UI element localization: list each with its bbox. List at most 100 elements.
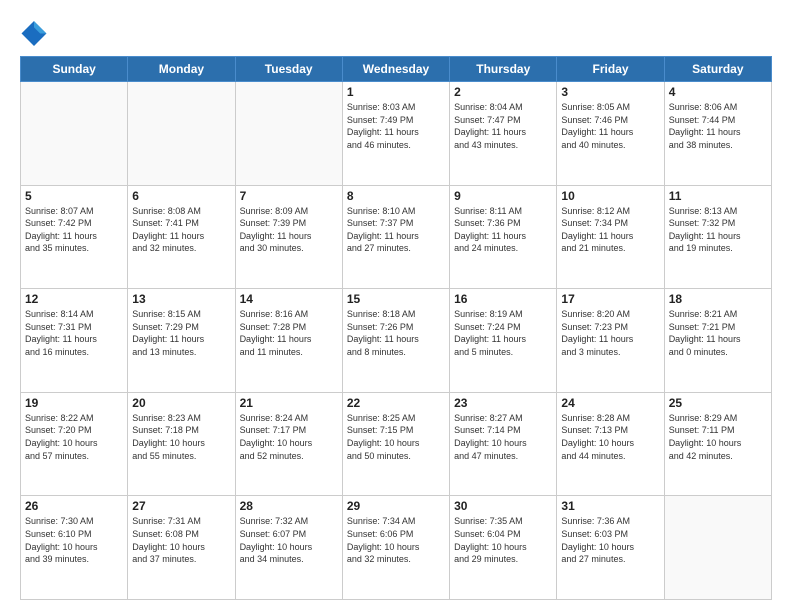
cell-info: Sunrise: 7:30 AM Sunset: 6:10 PM Dayligh… — [25, 515, 123, 565]
weekday-header-monday: Monday — [128, 57, 235, 82]
cal-cell-empty-0-1 — [128, 82, 235, 186]
cal-cell-empty-0-0 — [21, 82, 128, 186]
day-number: 15 — [347, 292, 445, 306]
cal-cell-23: 23 Sunrise: 8:27 AM Sunset: 7:14 PM Dayli… — [450, 392, 557, 496]
cal-cell-10: 10Sunrise: 8:12 AM Sunset: 7:34 PM Dayli… — [557, 185, 664, 289]
day-number: 19 — [25, 396, 123, 410]
day-number: 24 — [561, 396, 659, 410]
day-number: 5 — [25, 189, 123, 203]
day-number: 12 — [25, 292, 123, 306]
cell-info: Sunrise: 8:05 AM Sunset: 7:46 PM Dayligh… — [561, 101, 659, 151]
day-number: 21 — [240, 396, 338, 410]
cell-info: Sunrise: 8:23 AM Sunset: 7:18 PM Dayligh… — [132, 412, 230, 462]
cal-cell-16: 16Sunrise: 8:19 AM Sunset: 7:24 PM Dayli… — [450, 289, 557, 393]
cell-info: Sunrise: 8:25 AM Sunset: 7:15 PM Dayligh… — [347, 412, 445, 462]
cell-info: Sunrise: 8:19 AM Sunset: 7:24 PM Dayligh… — [454, 308, 552, 358]
logo-icon — [20, 18, 48, 46]
cell-info: Sunrise: 7:35 AM Sunset: 6:04 PM Dayligh… — [454, 515, 552, 565]
cal-cell-7: 7Sunrise: 8:09 AM Sunset: 7:39 PM Daylig… — [235, 185, 342, 289]
day-number: 3 — [561, 85, 659, 99]
cell-info: Sunrise: 8:29 AM Sunset: 7:11 PM Dayligh… — [669, 412, 767, 462]
cell-info: Sunrise: 8:07 AM Sunset: 7:42 PM Dayligh… — [25, 205, 123, 255]
week-row-5: 26 Sunrise: 7:30 AM Sunset: 6:10 PM Dayli… — [21, 496, 772, 600]
cal-cell-4: 4 Sunrise: 8:06 AM Sunset: 7:44 PM Daylig… — [664, 82, 771, 186]
cal-cell-2: 2Sunrise: 8:04 AM Sunset: 7:47 PM Daylig… — [450, 82, 557, 186]
cal-cell-9: 9 Sunrise: 8:11 AM Sunset: 7:36 PM Daylig… — [450, 185, 557, 289]
weekday-header-row: SundayMondayTuesdayWednesdayThursdayFrid… — [21, 57, 772, 82]
day-number: 20 — [132, 396, 230, 410]
cal-cell-5: 5 Sunrise: 8:07 AM Sunset: 7:42 PM Daylig… — [21, 185, 128, 289]
weekday-header-thursday: Thursday — [450, 57, 557, 82]
cell-info: Sunrise: 7:32 AM Sunset: 6:07 PM Dayligh… — [240, 515, 338, 565]
day-number: 23 — [454, 396, 552, 410]
cell-info: Sunrise: 7:36 AM Sunset: 6:03 PM Dayligh… — [561, 515, 659, 565]
cell-info: Sunrise: 8:11 AM Sunset: 7:36 PM Dayligh… — [454, 205, 552, 255]
cal-cell-29: 29 Sunrise: 7:34 AM Sunset: 6:06 PM Dayli… — [342, 496, 449, 600]
day-number: 6 — [132, 189, 230, 203]
cal-cell-27: 27Sunrise: 7:31 AM Sunset: 6:08 PM Dayli… — [128, 496, 235, 600]
week-row-4: 19 Sunrise: 8:22 AM Sunset: 7:20 PM Dayli… — [21, 392, 772, 496]
logo — [20, 18, 52, 46]
week-row-1: 1Sunrise: 8:03 AM Sunset: 7:49 PM Daylig… — [21, 82, 772, 186]
cal-cell-24: 24 Sunrise: 8:28 AM Sunset: 7:13 PM Dayli… — [557, 392, 664, 496]
cal-cell-1: 1Sunrise: 8:03 AM Sunset: 7:49 PM Daylig… — [342, 82, 449, 186]
cal-cell-19: 19 Sunrise: 8:22 AM Sunset: 7:20 PM Dayli… — [21, 392, 128, 496]
cell-info: Sunrise: 8:27 AM Sunset: 7:14 PM Dayligh… — [454, 412, 552, 462]
cal-cell-18: 18 Sunrise: 8:21 AM Sunset: 7:21 PM Dayli… — [664, 289, 771, 393]
day-number: 29 — [347, 499, 445, 513]
cell-info: Sunrise: 8:15 AM Sunset: 7:29 PM Dayligh… — [132, 308, 230, 358]
cal-cell-17: 17 Sunrise: 8:20 AM Sunset: 7:23 PM Dayli… — [557, 289, 664, 393]
weekday-header-wednesday: Wednesday — [342, 57, 449, 82]
cell-info: Sunrise: 8:24 AM Sunset: 7:17 PM Dayligh… — [240, 412, 338, 462]
cal-cell-15: 15 Sunrise: 8:18 AM Sunset: 7:26 PM Dayli… — [342, 289, 449, 393]
cell-info: Sunrise: 8:13 AM Sunset: 7:32 PM Dayligh… — [669, 205, 767, 255]
cal-cell-empty-4-6 — [664, 496, 771, 600]
cal-cell-6: 6Sunrise: 8:08 AM Sunset: 7:41 PM Daylig… — [128, 185, 235, 289]
day-number: 9 — [454, 189, 552, 203]
cal-cell-25: 25 Sunrise: 8:29 AM Sunset: 7:11 PM Dayli… — [664, 392, 771, 496]
day-number: 14 — [240, 292, 338, 306]
day-number: 28 — [240, 499, 338, 513]
cal-cell-8: 8Sunrise: 8:10 AM Sunset: 7:37 PM Daylig… — [342, 185, 449, 289]
day-number: 27 — [132, 499, 230, 513]
day-number: 26 — [25, 499, 123, 513]
day-number: 11 — [669, 189, 767, 203]
cal-cell-31: 31Sunrise: 7:36 AM Sunset: 6:03 PM Dayli… — [557, 496, 664, 600]
cell-info: Sunrise: 8:20 AM Sunset: 7:23 PM Dayligh… — [561, 308, 659, 358]
weekday-header-sunday: Sunday — [21, 57, 128, 82]
cal-cell-20: 20 Sunrise: 8:23 AM Sunset: 7:18 PM Dayli… — [128, 392, 235, 496]
cell-info: Sunrise: 8:28 AM Sunset: 7:13 PM Dayligh… — [561, 412, 659, 462]
page: SundayMondayTuesdayWednesdayThursdayFrid… — [0, 0, 792, 612]
day-number: 8 — [347, 189, 445, 203]
cell-info: Sunrise: 8:16 AM Sunset: 7:28 PM Dayligh… — [240, 308, 338, 358]
weekday-header-saturday: Saturday — [664, 57, 771, 82]
cal-cell-21: 21 Sunrise: 8:24 AM Sunset: 7:17 PM Dayli… — [235, 392, 342, 496]
day-number: 2 — [454, 85, 552, 99]
cell-info: Sunrise: 7:34 AM Sunset: 6:06 PM Dayligh… — [347, 515, 445, 565]
cal-cell-13: 13Sunrise: 8:15 AM Sunset: 7:29 PM Dayli… — [128, 289, 235, 393]
weekday-header-tuesday: Tuesday — [235, 57, 342, 82]
day-number: 18 — [669, 292, 767, 306]
calendar-table: SundayMondayTuesdayWednesdayThursdayFrid… — [20, 56, 772, 600]
day-number: 30 — [454, 499, 552, 513]
cell-info: Sunrise: 8:18 AM Sunset: 7:26 PM Dayligh… — [347, 308, 445, 358]
day-number: 25 — [669, 396, 767, 410]
cal-cell-14: 14 Sunrise: 8:16 AM Sunset: 7:28 PM Dayli… — [235, 289, 342, 393]
cal-cell-12: 12 Sunrise: 8:14 AM Sunset: 7:31 PM Dayli… — [21, 289, 128, 393]
header — [20, 18, 772, 46]
cal-cell-3: 3 Sunrise: 8:05 AM Sunset: 7:46 PM Daylig… — [557, 82, 664, 186]
day-number: 4 — [669, 85, 767, 99]
day-number: 17 — [561, 292, 659, 306]
cell-info: Sunrise: 8:06 AM Sunset: 7:44 PM Dayligh… — [669, 101, 767, 151]
cell-info: Sunrise: 8:21 AM Sunset: 7:21 PM Dayligh… — [669, 308, 767, 358]
cal-cell-empty-0-2 — [235, 82, 342, 186]
cell-info: Sunrise: 8:22 AM Sunset: 7:20 PM Dayligh… — [25, 412, 123, 462]
day-number: 22 — [347, 396, 445, 410]
week-row-3: 12 Sunrise: 8:14 AM Sunset: 7:31 PM Dayli… — [21, 289, 772, 393]
day-number: 1 — [347, 85, 445, 99]
cal-cell-28: 28 Sunrise: 7:32 AM Sunset: 6:07 PM Dayli… — [235, 496, 342, 600]
cell-info: Sunrise: 8:14 AM Sunset: 7:31 PM Dayligh… — [25, 308, 123, 358]
week-row-2: 5 Sunrise: 8:07 AM Sunset: 7:42 PM Daylig… — [21, 185, 772, 289]
day-number: 10 — [561, 189, 659, 203]
cell-info: Sunrise: 8:09 AM Sunset: 7:39 PM Dayligh… — [240, 205, 338, 255]
